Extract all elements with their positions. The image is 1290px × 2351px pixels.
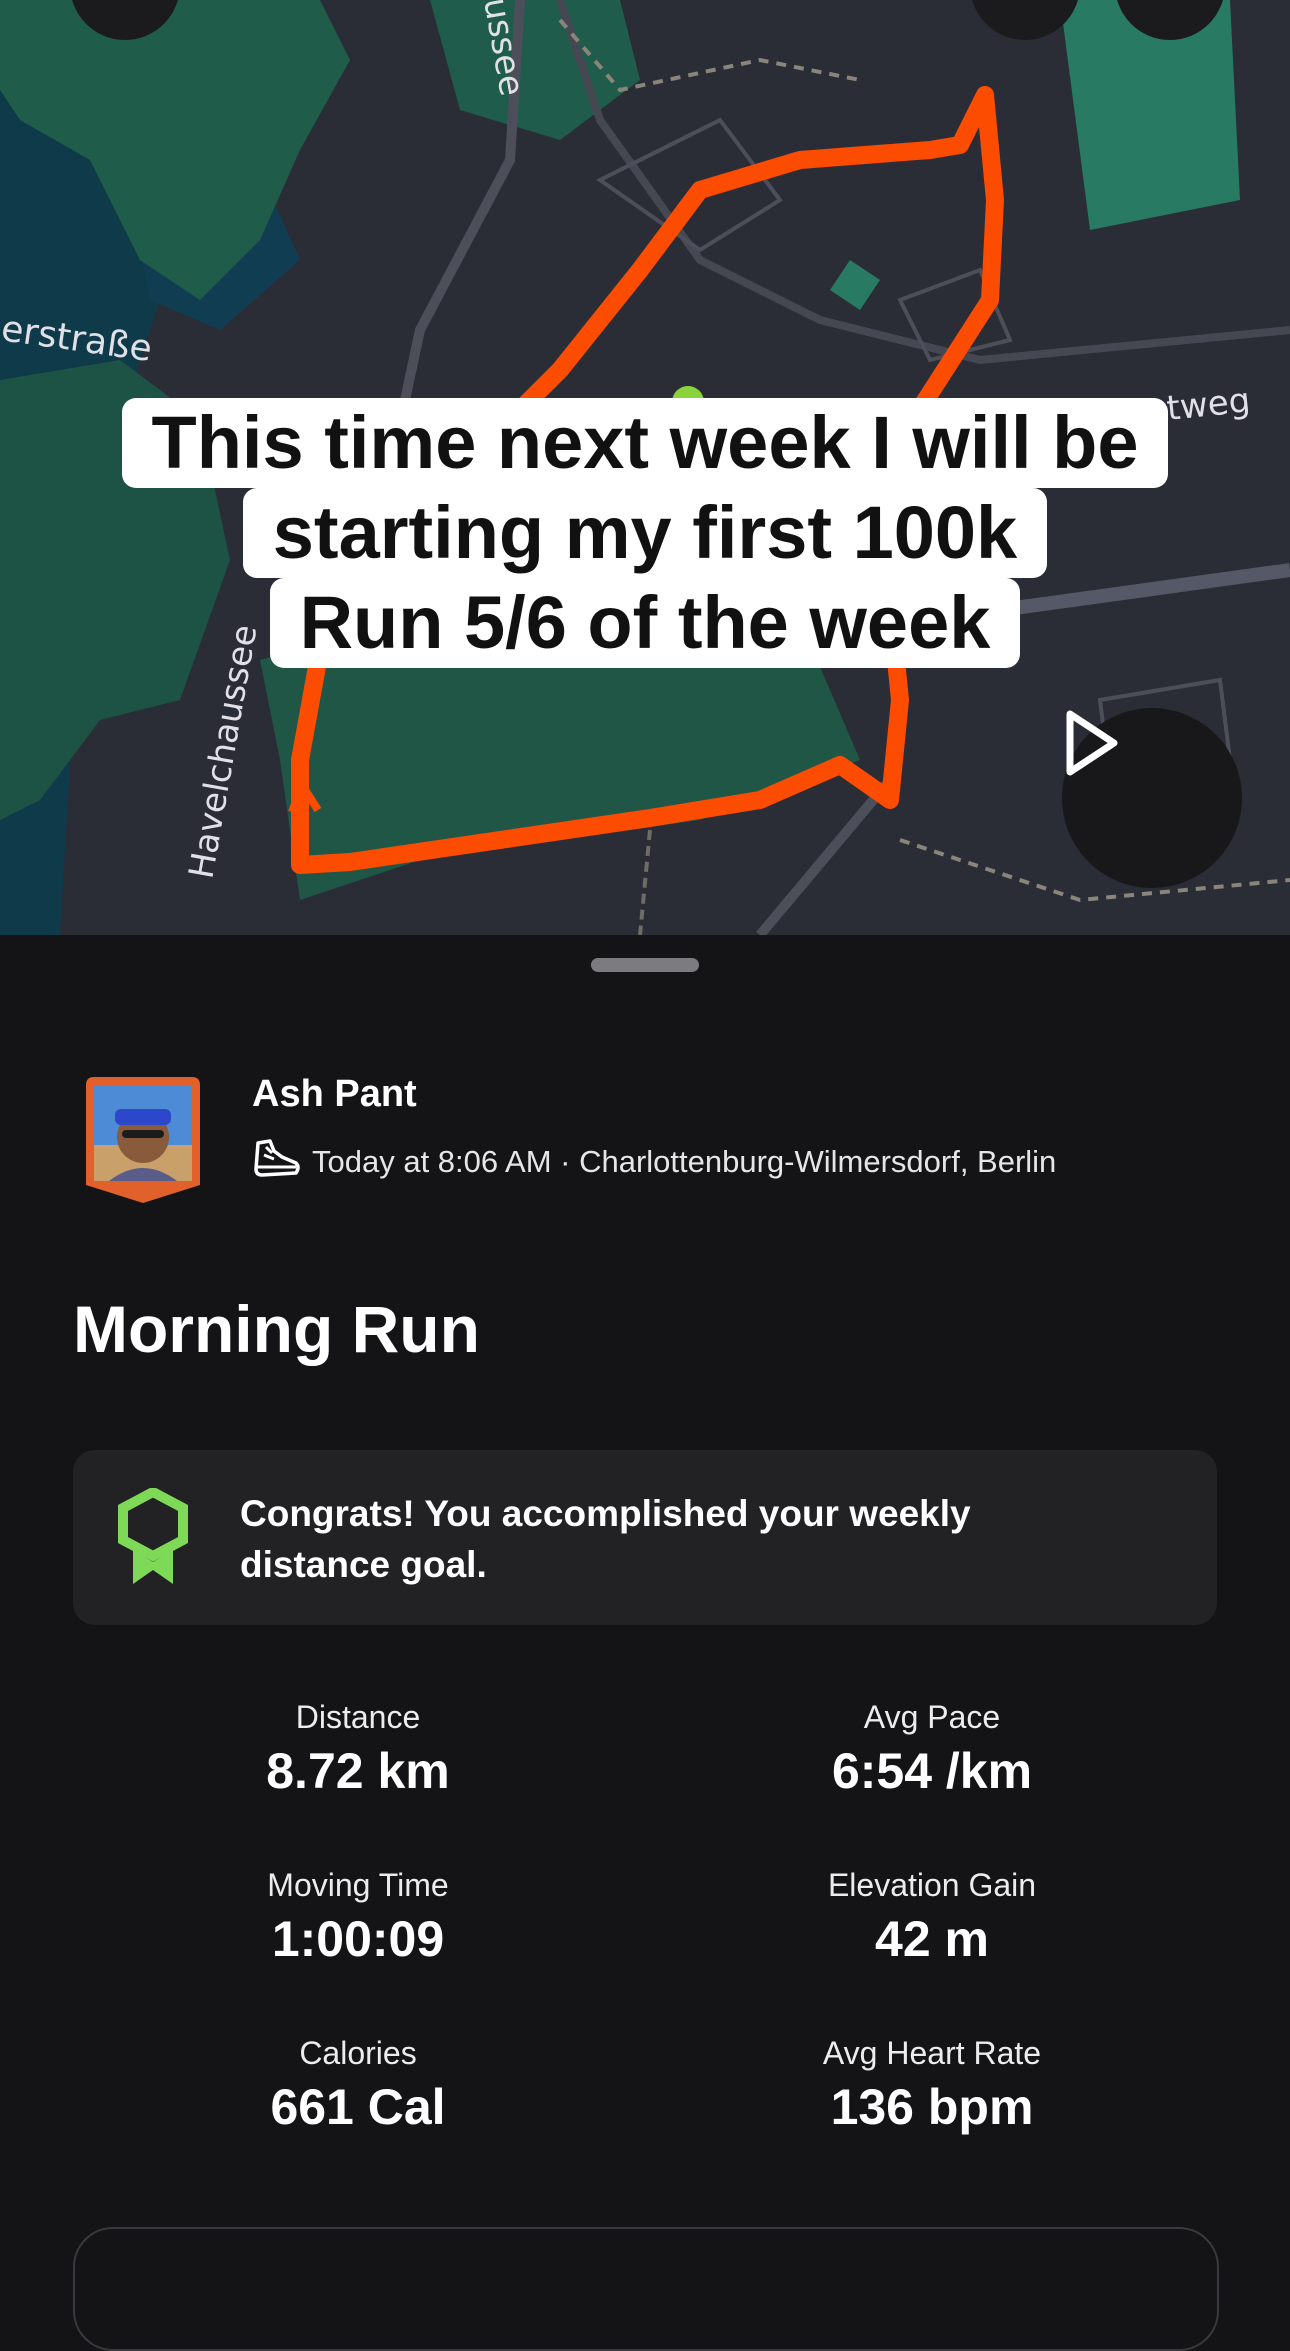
activity-meta: Today at 8:06 AM · Charlottenburg-Wilmer… bbox=[252, 1137, 1056, 1186]
stat-label: Distance bbox=[295, 1699, 421, 1735]
avatar[interactable] bbox=[84, 1075, 202, 1205]
sheet-drag-handle[interactable] bbox=[591, 958, 699, 972]
stat-label: Moving Time bbox=[267, 1867, 449, 1903]
goal-banner[interactable]: Congrats! You accomplished your weekly d… bbox=[73, 1450, 1217, 1625]
stat-label: Avg Heart Rate bbox=[822, 2035, 1042, 2071]
stat-avg-heart-rate: Avg Heart Rate 136 bpm bbox=[682, 2033, 1182, 2139]
caption-line-1: This time next week I will be bbox=[121, 398, 1169, 488]
stat-elevation-gain: Elevation Gain 42 m bbox=[682, 1865, 1182, 1971]
athlete-name[interactable]: Ash Pant bbox=[252, 1073, 417, 1116]
stat-value: 42 m bbox=[875, 1911, 989, 1967]
story-caption: This time next week I will be starting m… bbox=[0, 398, 1290, 668]
activity-time-location: Today at 8:06 AM · Charlottenburg-Wilmer… bbox=[312, 1143, 1057, 1179]
caption-line-3: Run 5/6 of the week bbox=[269, 578, 1021, 668]
shoe-icon bbox=[252, 1137, 302, 1186]
goal-message: Congrats! You accomplished your weekly d… bbox=[240, 1493, 971, 1585]
next-section-card[interactable] bbox=[73, 2227, 1219, 2351]
activity-title: Morning Run bbox=[73, 1292, 480, 1366]
stat-moving-time: Moving Time 1:00:09 bbox=[108, 1865, 608, 1971]
stat-value: 661 Cal bbox=[270, 2079, 446, 2135]
stat-label: Elevation Gain bbox=[827, 1867, 1037, 1903]
stat-avg-pace: Avg Pace 6:54 /km bbox=[682, 1697, 1182, 1803]
stat-value: 6:54 /km bbox=[831, 1743, 1033, 1799]
stat-value: 1:00:09 bbox=[271, 1911, 445, 1967]
stat-label: Calories bbox=[299, 2035, 417, 2071]
caption-line-2: starting my first 100k bbox=[242, 488, 1048, 578]
stat-distance: Distance 8.72 km bbox=[108, 1697, 608, 1803]
play-flyover-button[interactable] bbox=[1062, 708, 1242, 888]
stat-calories: Calories 661 Cal bbox=[108, 2033, 608, 2139]
stat-label: Avg Pace bbox=[863, 1699, 1001, 1735]
stat-value: 8.72 km bbox=[266, 1743, 450, 1799]
activity-sheet: Ash Pant Today at 8:06 AM · Charlottenbu… bbox=[0, 935, 1290, 2351]
route-map[interactable]: erstraße tweg ussee Havelchaussee This t… bbox=[0, 0, 1290, 935]
award-ribbon-icon bbox=[117, 1486, 189, 1593]
stat-value: 136 bpm bbox=[830, 2079, 1034, 2135]
